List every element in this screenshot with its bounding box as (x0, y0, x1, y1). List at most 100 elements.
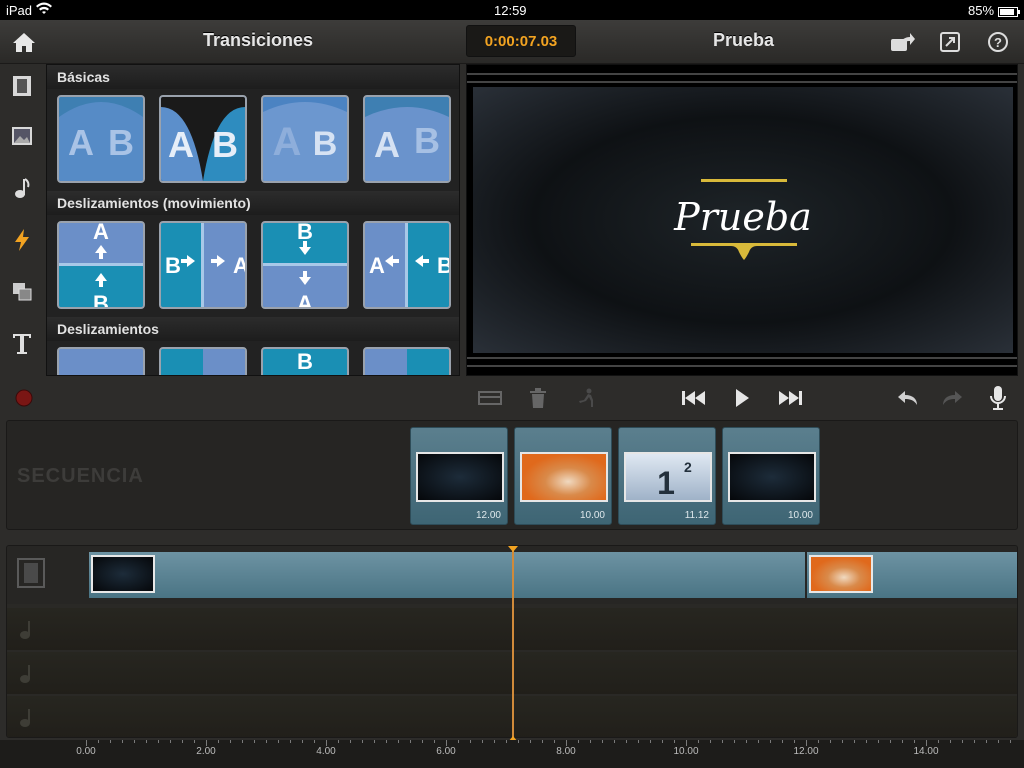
ruler-tick (122, 740, 123, 743)
sequence-clip[interactable]: 12 11.12 (618, 427, 716, 525)
microphone-icon[interactable] (984, 384, 1012, 412)
music-note-icon (19, 708, 35, 733)
transition-slide-move-3[interactable]: BA (261, 221, 349, 309)
svg-text:A: A (369, 253, 385, 278)
ruler-tick (866, 740, 867, 743)
ruler-tick (554, 740, 555, 743)
trash-icon[interactable] (524, 384, 552, 412)
share-icon[interactable] (888, 28, 916, 56)
ruler-tick (494, 740, 495, 743)
ruler-tick (986, 740, 987, 743)
ruler-label: 0.00 (76, 746, 96, 757)
ruler-tick (566, 740, 567, 743)
video-clip-bar[interactable] (89, 552, 805, 598)
transition-slide-1[interactable] (57, 347, 145, 375)
ruler-tick (842, 740, 843, 743)
clip-duration: 12.00 (475, 510, 501, 521)
panel-title: Transiciones (203, 30, 314, 50)
transition-slide-3[interactable]: B (261, 347, 349, 375)
sequence-panel: SECUENCIA 12.00 10.00 12 11.12 10.00 (6, 420, 1018, 530)
ruler-tick (434, 740, 435, 743)
ruler-tick (242, 740, 243, 743)
record-icon[interactable] (10, 384, 38, 412)
ruler-tick (182, 740, 183, 743)
svg-text:B: B (297, 223, 313, 244)
sequence-clip[interactable]: 10.00 (514, 427, 612, 525)
home-icon[interactable] (10, 28, 38, 56)
ruler-tick (422, 740, 423, 743)
section-deslizamientos: Deslizamientos (47, 317, 459, 341)
transition-basic-4[interactable]: AB (363, 95, 451, 183)
fullscreen-icon[interactable] (936, 28, 964, 56)
skip-forward-icon[interactable] (776, 384, 804, 412)
ruler-tick (614, 740, 615, 743)
split-clip-icon[interactable] (476, 384, 504, 412)
ruler-tick (230, 740, 231, 743)
ruler-tick (830, 740, 831, 743)
ruler-label: 10.00 (673, 746, 699, 757)
ruler-tick (254, 740, 255, 743)
project-title[interactable]: Prueba (713, 30, 774, 51)
undo-icon[interactable] (894, 384, 922, 412)
ruler-tick (746, 740, 747, 743)
clip-thumbnail (416, 452, 504, 502)
video-preview[interactable]: Prueba (466, 64, 1018, 376)
music-note-icon (19, 664, 35, 689)
play-icon[interactable] (728, 384, 756, 412)
ruler-tick (398, 740, 399, 743)
transition-slide-2[interactable] (159, 347, 247, 375)
ruler-tick (938, 740, 939, 743)
film-icon[interactable] (8, 72, 36, 100)
ruler-tick (662, 740, 663, 743)
redo-icon[interactable] (938, 384, 966, 412)
ruler-tick (134, 740, 135, 743)
ruler-tick (638, 740, 639, 743)
ruler-tick (962, 740, 963, 743)
ruler-tick (794, 740, 795, 743)
svg-text:A: A (233, 253, 245, 278)
status-bar: iPad 12:59 85% (0, 0, 1024, 20)
sequence-clip[interactable]: 12.00 (410, 427, 508, 525)
ruler-tick (698, 740, 699, 743)
device-label: iPad (6, 3, 33, 18)
ruler-tick (950, 740, 951, 743)
transition-basic-2[interactable]: AB (159, 95, 247, 183)
ruler-tick (194, 740, 195, 743)
clip-thumbnail (728, 452, 816, 502)
transition-icon[interactable] (8, 226, 36, 254)
svg-text:A: A (374, 124, 400, 165)
music-note-icon (19, 620, 35, 645)
ruler-tick (482, 740, 483, 743)
timecode-display: 0:00:07.03 (466, 25, 576, 57)
svg-text:2: 2 (684, 459, 692, 475)
time-ruler: 0.00 2.00 4.00 6.00 8.00 10.00 12.00 14.… (0, 740, 1024, 768)
overlay-icon[interactable] (8, 278, 36, 306)
playhead[interactable] (508, 546, 518, 742)
motion-icon[interactable] (572, 384, 600, 412)
ruler-tick (206, 740, 207, 743)
help-icon[interactable]: ? (984, 28, 1012, 56)
ruler-tick (158, 740, 159, 743)
svg-text:B: B (437, 253, 449, 278)
skip-back-icon[interactable] (680, 384, 708, 412)
svg-text:A: A (273, 120, 302, 164)
ruler-tick (338, 740, 339, 743)
transition-slide-4[interactable] (363, 347, 451, 375)
music-icon[interactable] (8, 174, 36, 202)
ruler-tick (926, 740, 927, 743)
ruler-tick (110, 740, 111, 743)
title-ornament-top (701, 179, 787, 182)
sequence-clip[interactable]: 10.00 (722, 427, 820, 525)
transition-basic-3[interactable]: AB (261, 95, 349, 183)
transition-slide-move-4[interactable]: AB (363, 221, 451, 309)
ruler-tick (770, 740, 771, 743)
timeline-clip-thumbnail (809, 555, 873, 593)
transition-slide-move-1[interactable]: AB (57, 221, 145, 309)
text-icon[interactable] (8, 330, 36, 358)
wifi-icon (36, 2, 52, 19)
transition-basic-1[interactable]: AB (57, 95, 145, 183)
transition-slide-move-2[interactable]: BA (159, 221, 247, 309)
ruler-tick (674, 740, 675, 743)
photo-icon[interactable] (8, 122, 36, 150)
ruler-tick (410, 740, 411, 743)
